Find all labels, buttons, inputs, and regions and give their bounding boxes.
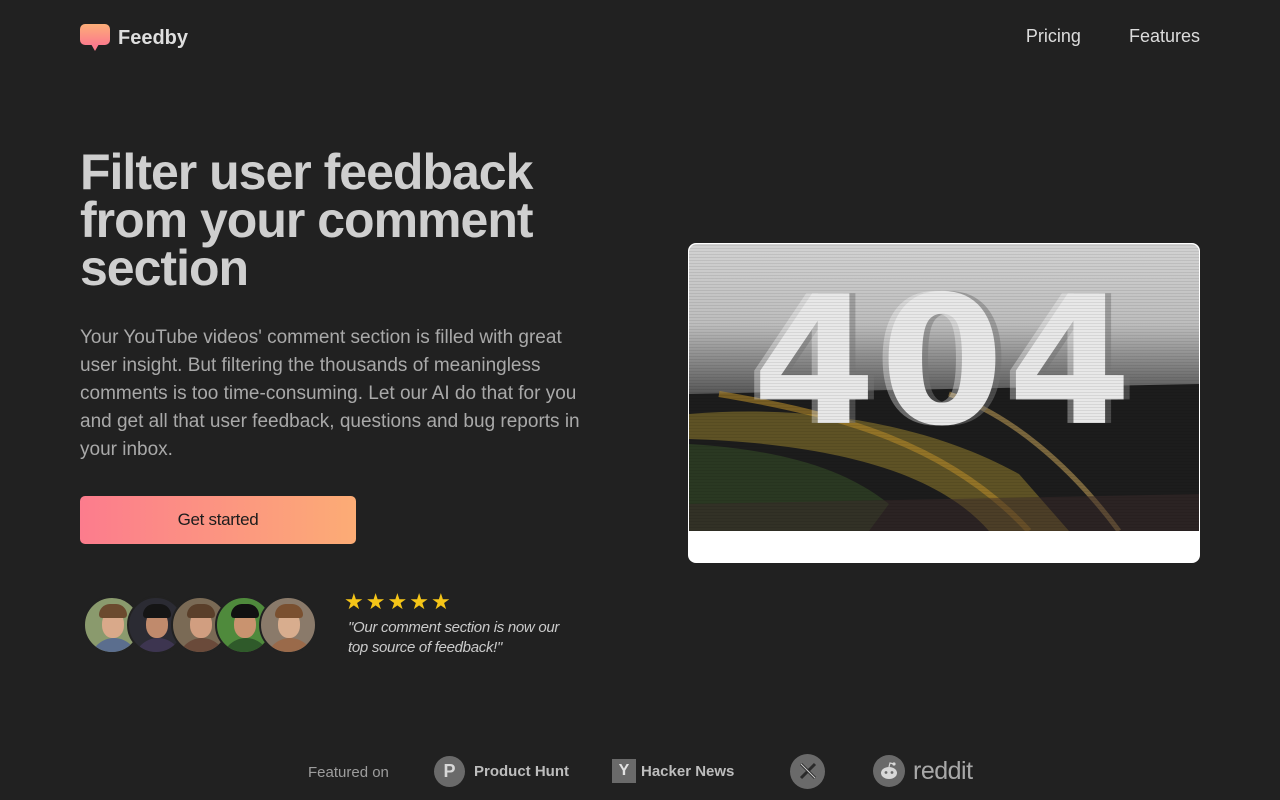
hacker-news-label: Hacker News bbox=[641, 762, 735, 780]
x-link[interactable] bbox=[790, 753, 825, 789]
avatar bbox=[259, 596, 317, 654]
x-icon bbox=[790, 753, 825, 789]
nav-pricing-link[interactable]: Pricing bbox=[1026, 26, 1081, 47]
featured-label: Featured on bbox=[308, 764, 389, 781]
header: Feedby Pricing Features bbox=[80, 22, 1200, 52]
hero-description: Your YouTube videos' comment section is … bbox=[80, 327, 580, 460]
hacker-news-icon: Y bbox=[612, 759, 636, 783]
error-404-image: 404 bbox=[689, 244, 1199, 531]
hero-title: Filter user feedback from your comment s… bbox=[80, 144, 534, 296]
hacker-news-link[interactable]: Y Hacker News bbox=[612, 754, 734, 788]
star-icon: ★ bbox=[387, 589, 408, 614]
product-hunt-link[interactable]: P Product Hunt bbox=[434, 754, 569, 788]
reddit-icon bbox=[873, 755, 905, 787]
chat-bubble-icon bbox=[80, 24, 110, 52]
rating-stars: ★ ★ ★ ★ ★ bbox=[344, 591, 451, 613]
brand-name: Feedby bbox=[118, 26, 189, 49]
hero-media-panel: 404 bbox=[688, 243, 1200, 563]
get-started-button[interactable]: Get started bbox=[80, 496, 356, 544]
brand-logo[interactable]: Feedby bbox=[80, 24, 188, 52]
star-icon: ★ bbox=[409, 589, 429, 614]
nav-features-link[interactable]: Features bbox=[1129, 26, 1200, 47]
star-icon: ★ bbox=[365, 589, 386, 614]
product-hunt-icon: P bbox=[434, 755, 465, 787]
main-nav: Pricing Features bbox=[1026, 26, 1200, 47]
product-hunt-label: Product Hunt bbox=[474, 762, 569, 780]
customer-avatars bbox=[83, 596, 323, 654]
testimonial-quote: "Our comment section is now our top sour… bbox=[348, 619, 560, 656]
star-icon: ★ bbox=[344, 589, 364, 614]
star-icon: ★ bbox=[430, 589, 451, 614]
reddit-label: reddit bbox=[913, 756, 973, 785]
reddit-link[interactable]: reddit bbox=[873, 754, 973, 788]
featured-on-bar: Featured on P Product Hunt Y Hacker News… bbox=[308, 753, 988, 789]
